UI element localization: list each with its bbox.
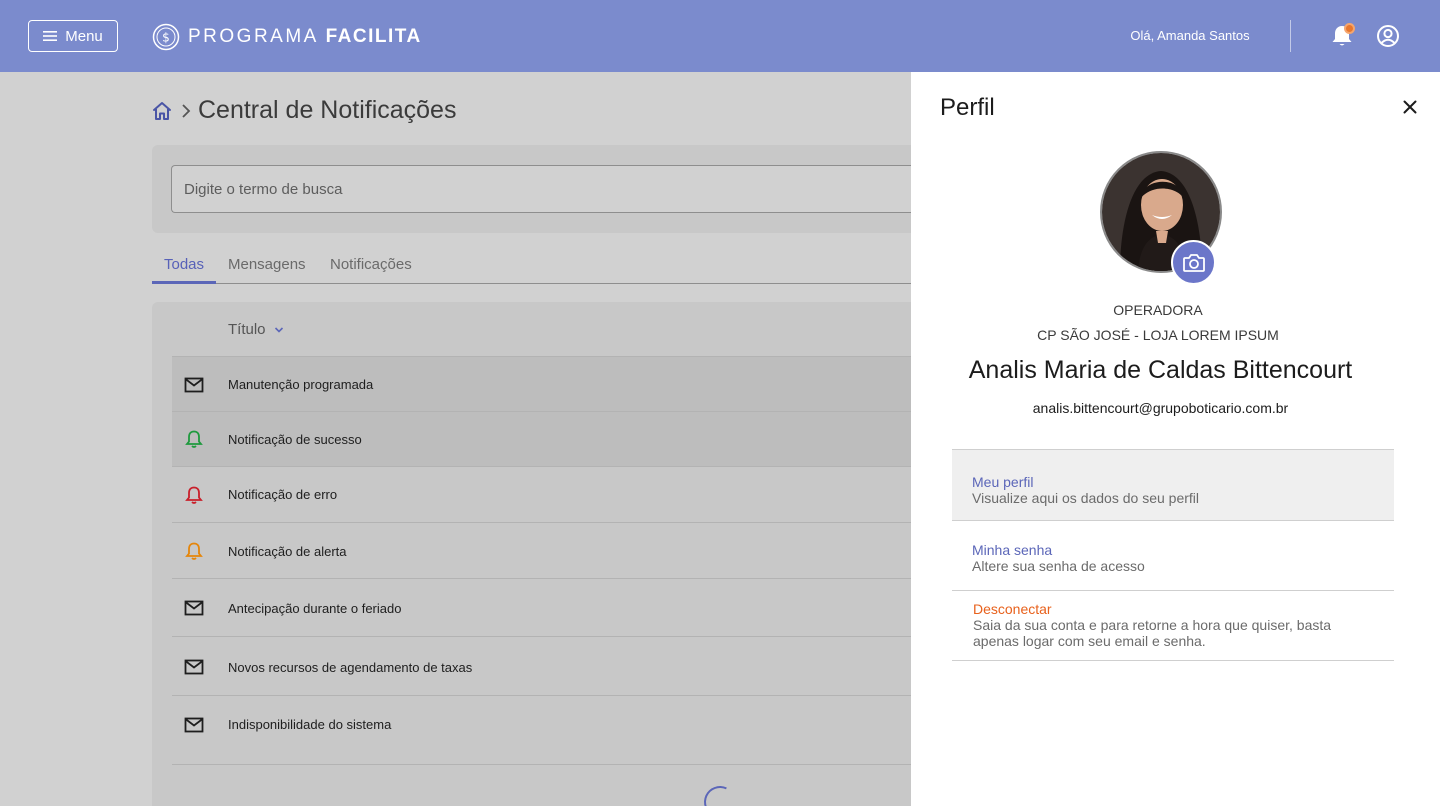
home-icon[interactable] [152, 101, 172, 121]
user-greeting: Olá, Amanda Santos [1130, 28, 1250, 43]
camera-icon [1182, 253, 1205, 272]
mail-icon [184, 600, 204, 616]
tab-notificacoes[interactable]: Notificações [318, 256, 424, 284]
page-title: Central de Notificações [198, 96, 457, 124]
list-item[interactable]: Manutenção programada [172, 356, 911, 411]
list-divider [172, 764, 911, 765]
option-description: Altere sua senha de acesso [972, 558, 1145, 574]
hamburger-icon [43, 31, 58, 41]
breadcrumb-chevron-icon [182, 104, 191, 118]
logo-bold-word: FACILITA [325, 26, 422, 47]
list-item[interactable]: Notificação de erro [172, 466, 911, 522]
user-role: OPERADORA [1113, 302, 1203, 318]
search-input[interactable] [171, 165, 911, 213]
option-description: Saia da sua conta e para retorne a hora … [973, 617, 1332, 649]
tab-todas[interactable]: Todas [152, 256, 217, 284]
title-column-label: Título [228, 321, 266, 338]
drawer-title: Perfil [940, 94, 995, 121]
change-photo-button[interactable] [1171, 240, 1216, 285]
mail-icon [184, 717, 204, 733]
option-title: Minha senha [972, 542, 1053, 558]
option-title: Meu perfil [972, 474, 1034, 490]
user-store: CP SÃO JOSÉ - LOJA LOREM IPSUM [1037, 327, 1279, 343]
option-description: Visualize aqui os dados do seu perfil [972, 490, 1200, 506]
bell-success-icon [185, 430, 203, 448]
notifications-button[interactable] [1329, 22, 1355, 50]
list-item[interactable]: Antecipação durante o feriado [172, 578, 911, 636]
my-profile-option[interactable]: Meu perfil Visualize aqui os dados do se… [952, 449, 1394, 520]
list-item[interactable]: Notificação de sucesso [172, 411, 911, 466]
top-header: Menu $ PROGRAMA FACILITA Olá, Amanda San… [0, 0, 1440, 72]
title-column-header[interactable]: Título [228, 321, 284, 338]
svg-text:$: $ [162, 31, 170, 45]
user-circle-icon [1377, 25, 1399, 47]
user-email: analis.bittencourt@grupoboticario.com.br [1032, 400, 1289, 416]
logo-light-word: PROGRAMA [188, 26, 318, 47]
list-item-label: Notificação de sucesso [228, 432, 362, 447]
mail-icon [184, 659, 204, 675]
logout-option[interactable]: Desconectar Saia da sua conta e para ret… [952, 590, 1394, 661]
bell-error-icon [185, 486, 203, 504]
close-icon[interactable] [1402, 99, 1418, 115]
list-item-label: Antecipação durante o feriado [228, 601, 402, 616]
menu-button[interactable]: Menu [28, 20, 118, 52]
list-item[interactable]: Notificação de alerta [172, 522, 911, 578]
mail-icon [184, 377, 204, 393]
program-logo[interactable]: $ PROGRAMA FACILITA [152, 22, 422, 52]
user-full-name: Analis Maria de Caldas Bittencourt [968, 356, 1353, 384]
logo-wordmark: PROGRAMA FACILITA [188, 26, 422, 48]
list-item-label: Notificação de alerta [228, 544, 347, 559]
user-account-button[interactable] [1375, 23, 1401, 49]
notification-tabs: Todas Mensagens Notificações [152, 250, 911, 284]
header-divider [1290, 20, 1291, 52]
bell-alert-icon [185, 542, 203, 560]
list-item-label: Novos recursos de agendamento de taxas [228, 660, 473, 675]
notification-badge [1344, 23, 1355, 34]
list-item-label: Notificação de erro [228, 487, 338, 502]
list-item-label: Indisponibilidade do sistema [228, 717, 392, 732]
tab-mensagens[interactable]: Mensagens [216, 256, 318, 284]
list-item-label: Manutenção programada [228, 377, 374, 392]
my-password-option[interactable]: Minha senha Altere sua senha de acesso [952, 520, 1394, 590]
list-item[interactable]: Novos recursos de agendamento de taxas [172, 636, 911, 695]
chevron-down-icon [274, 326, 283, 333]
coin-logo-icon: $ [152, 23, 180, 51]
option-title: Desconectar [973, 601, 1052, 617]
list-item[interactable]: Indisponibilidade do sistema [172, 695, 911, 764]
menu-button-label: Menu [65, 27, 103, 45]
profile-drawer: Perfil OPERADORA CP SÃO JOSÉ - LOJA LORE… [911, 72, 1440, 806]
